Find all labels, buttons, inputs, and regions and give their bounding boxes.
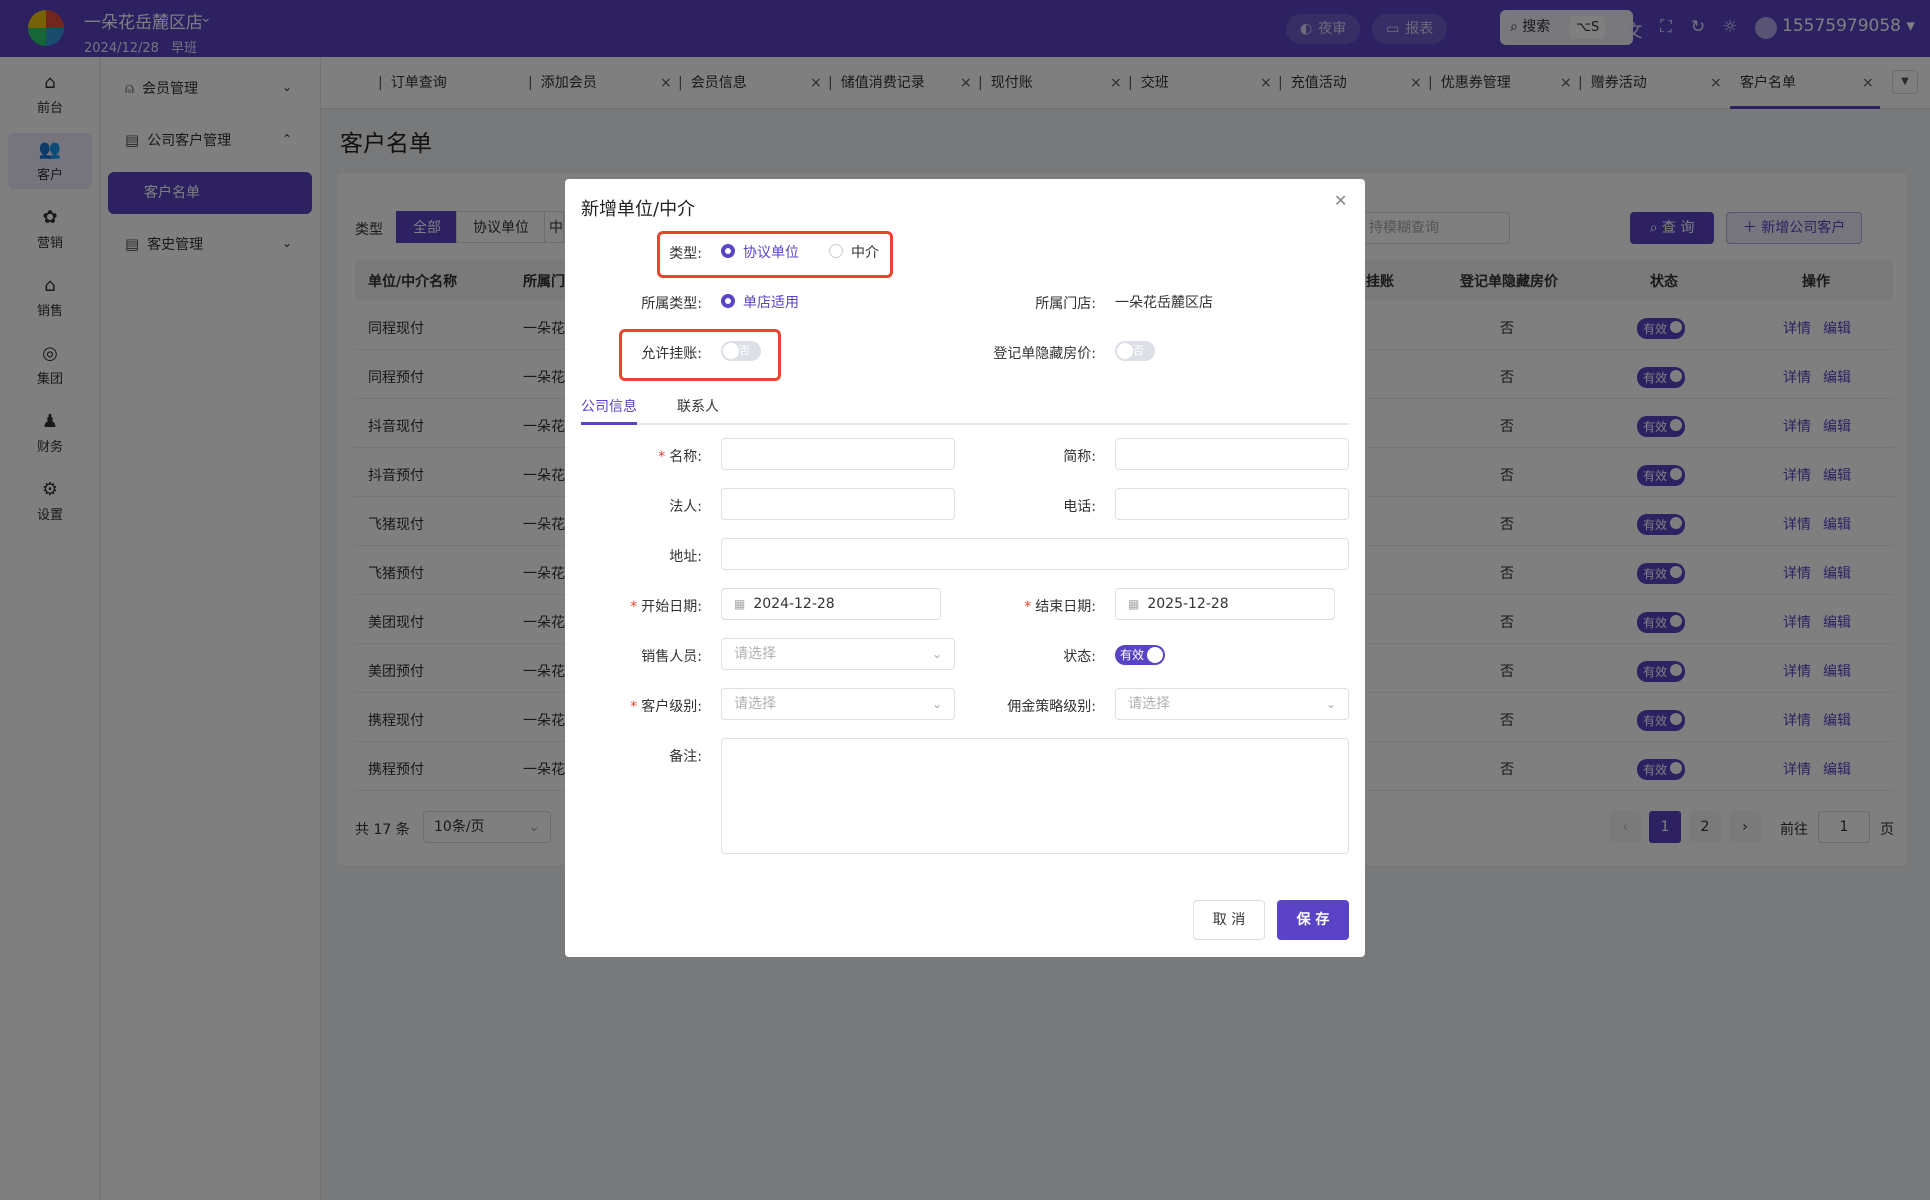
- hide-price-label: 登记单隐藏房价:: [993, 346, 1096, 362]
- name-input[interactable]: [721, 438, 955, 470]
- chevron-down-icon: ⌄: [1325, 697, 1336, 711]
- belong-store-value: 一朵花岳麓区店: [1115, 295, 1213, 311]
- phone-label: 电话:: [1063, 499, 1096, 515]
- phone-input[interactable]: [1115, 488, 1349, 520]
- allow-credit-label: 允许挂账:: [641, 346, 702, 362]
- radio-single-store-label[interactable]: 单店适用: [743, 292, 799, 312]
- belong-type-label: 所属类型:: [641, 296, 702, 312]
- radio-agent-label[interactable]: 中介: [851, 242, 879, 262]
- save-button[interactable]: 保 存: [1277, 900, 1349, 940]
- radio-agreement[interactable]: [721, 244, 735, 258]
- commission-select[interactable]: 请选择 ⌄: [1115, 688, 1349, 720]
- allow-credit-switch[interactable]: 否: [721, 341, 761, 361]
- short-name-input[interactable]: [1115, 438, 1349, 470]
- calendar-icon: ▦: [734, 597, 746, 611]
- chevron-down-icon: ⌄: [931, 697, 942, 711]
- dialog-tabs-divider: [581, 423, 1349, 425]
- start-date-input[interactable]: ▦ 2024-12-28: [721, 588, 941, 620]
- type-label: 类型:: [669, 246, 702, 262]
- chevron-down-icon: ⌄: [931, 647, 942, 661]
- status-label: 状态:: [1063, 649, 1096, 665]
- legal-label: 法人:: [669, 499, 702, 515]
- hide-price-switch[interactable]: 否: [1115, 341, 1155, 361]
- short-name-label: 简称:: [1063, 449, 1096, 465]
- calendar-icon: ▦: [1128, 597, 1140, 611]
- sales-select[interactable]: 请选择 ⌄: [721, 638, 955, 670]
- remark-textarea[interactable]: [721, 738, 1349, 854]
- dialog-title: 新增单位/中介: [581, 199, 696, 220]
- sales-label: 销售人员:: [641, 649, 702, 665]
- start-date-label: * 开始日期:: [630, 599, 702, 615]
- address-input[interactable]: [721, 538, 1349, 570]
- tab-company-info[interactable]: 公司信息: [581, 396, 637, 416]
- commission-label: 佣金策略级别:: [1007, 699, 1096, 715]
- tab-contacts[interactable]: 联系人: [677, 396, 719, 416]
- address-label: 地址:: [669, 549, 702, 565]
- radio-single-store[interactable]: [721, 294, 735, 308]
- legal-input[interactable]: [721, 488, 955, 520]
- end-date-input[interactable]: ▦ 2025-12-28: [1115, 588, 1335, 620]
- radio-agreement-label[interactable]: 协议单位: [743, 242, 799, 262]
- customer-level-label: * 客户级别:: [630, 699, 702, 715]
- remark-label: 备注:: [669, 749, 702, 765]
- status-switch[interactable]: 有效: [1115, 645, 1165, 665]
- customer-level-select[interactable]: 请选择 ⌄: [721, 688, 955, 720]
- close-icon[interactable]: ✕: [1334, 191, 1347, 210]
- end-date-label: * 结束日期:: [1024, 599, 1096, 615]
- radio-agent[interactable]: [829, 244, 843, 258]
- cancel-button[interactable]: 取 消: [1193, 900, 1265, 940]
- belong-store-label: 所属门店:: [1035, 296, 1096, 312]
- name-label: * 名称:: [658, 449, 702, 465]
- active-tab-indicator: [581, 422, 637, 425]
